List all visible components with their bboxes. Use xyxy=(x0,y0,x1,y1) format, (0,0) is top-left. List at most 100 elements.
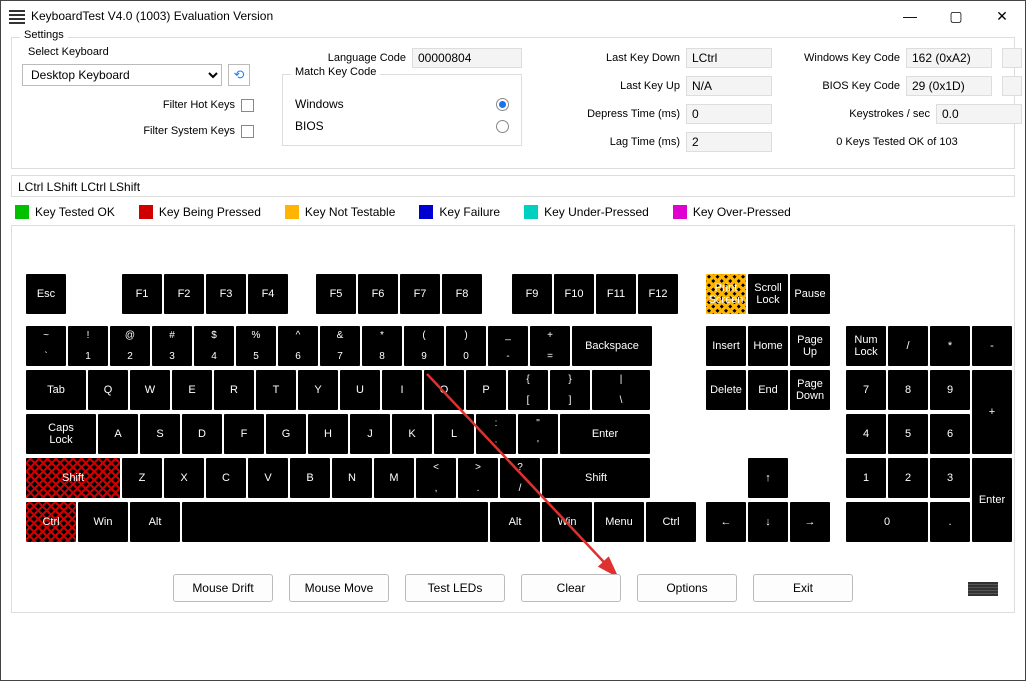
key-rshift[interactable]: Shift xyxy=(542,458,650,498)
key-f4[interactable]: F4 xyxy=(248,274,288,314)
key-l[interactable]: L xyxy=(434,414,474,454)
key-f7[interactable]: F7 xyxy=(400,274,440,314)
key-rctrl[interactable]: Ctrl xyxy=(646,502,696,542)
key-right[interactable]: → xyxy=(790,502,830,542)
key-kpdot[interactable]: . xyxy=(930,502,970,542)
key-tab[interactable]: Tab xyxy=(26,370,86,410)
key-kpdiv[interactable]: / xyxy=(888,326,928,366)
key-2[interactable]: @2 xyxy=(110,326,150,366)
key-b[interactable]: B xyxy=(290,458,330,498)
key-period[interactable]: >. xyxy=(458,458,498,498)
key-6[interactable]: ^6 xyxy=(278,326,318,366)
key-4[interactable]: $4 xyxy=(194,326,234,366)
key-w[interactable]: W xyxy=(130,370,170,410)
key-o[interactable]: O xyxy=(424,370,464,410)
key-n[interactable]: N xyxy=(332,458,372,498)
key-f9[interactable]: F9 xyxy=(512,274,552,314)
key-pgup[interactable]: PageUp xyxy=(790,326,830,366)
key-equals[interactable]: += xyxy=(530,326,570,366)
key-kpmin[interactable]: - xyxy=(972,326,1012,366)
key-pause[interactable]: Pause xyxy=(790,274,830,314)
close-button[interactable]: ✕ xyxy=(979,1,1025,31)
mouse-drift-button[interactable]: Mouse Drift xyxy=(173,574,273,602)
key-9[interactable]: (9 xyxy=(404,326,444,366)
key-menu[interactable]: Menu xyxy=(594,502,644,542)
key-kp5[interactable]: 5 xyxy=(888,414,928,454)
key-kp8[interactable]: 8 xyxy=(888,370,928,410)
key-kp2[interactable]: 2 xyxy=(888,458,928,498)
maximize-button[interactable]: ▢ xyxy=(933,1,979,31)
key-lalt[interactable]: Alt xyxy=(130,502,180,542)
key-esc[interactable]: Esc xyxy=(26,274,66,314)
key-kp3[interactable]: 3 xyxy=(930,458,970,498)
key-quote[interactable]: "' xyxy=(518,414,558,454)
key-3[interactable]: #3 xyxy=(152,326,192,366)
refresh-button[interactable]: ⟲ xyxy=(228,64,250,86)
key-kpenter[interactable]: Enter xyxy=(972,458,1012,542)
key-f1[interactable]: F1 xyxy=(122,274,162,314)
key-k[interactable]: K xyxy=(392,414,432,454)
key-down[interactable]: ↓ xyxy=(748,502,788,542)
mouse-move-button[interactable]: Mouse Move xyxy=(289,574,389,602)
options-button[interactable]: Options xyxy=(637,574,737,602)
key-end[interactable]: End xyxy=(748,370,788,410)
key-rbracket[interactable]: }] xyxy=(550,370,590,410)
key-d[interactable]: D xyxy=(182,414,222,454)
key-f8[interactable]: F8 xyxy=(442,274,482,314)
key-y[interactable]: Y xyxy=(298,370,338,410)
key-rwin[interactable]: Win xyxy=(542,502,592,542)
key-a[interactable]: A xyxy=(98,414,138,454)
key-v[interactable]: V xyxy=(248,458,288,498)
key-s[interactable]: S xyxy=(140,414,180,454)
key-home[interactable]: Home xyxy=(748,326,788,366)
radio-windows[interactable] xyxy=(496,98,509,111)
key-u[interactable]: U xyxy=(340,370,380,410)
key-j[interactable]: J xyxy=(350,414,390,454)
test-leds-button[interactable]: Test LEDs xyxy=(405,574,505,602)
key-up[interactable]: ↑ xyxy=(748,458,788,498)
key-z[interactable]: Z xyxy=(122,458,162,498)
key-kp0[interactable]: 0 xyxy=(846,502,928,542)
key-8[interactable]: *8 xyxy=(362,326,402,366)
key-kpplus[interactable]: + xyxy=(972,370,1012,454)
key-m[interactable]: M xyxy=(374,458,414,498)
filter-hotkeys-checkbox[interactable] xyxy=(241,99,254,112)
key-ralt[interactable]: Alt xyxy=(490,502,540,542)
key-kp6[interactable]: 6 xyxy=(930,414,970,454)
key-q[interactable]: Q xyxy=(88,370,128,410)
key-f3[interactable]: F3 xyxy=(206,274,246,314)
filter-syskeys-checkbox[interactable] xyxy=(241,125,254,138)
key-lbracket[interactable]: {[ xyxy=(508,370,548,410)
key-f11[interactable]: F11 xyxy=(596,274,636,314)
key-comma[interactable]: <, xyxy=(416,458,456,498)
key-kpmul[interactable]: * xyxy=(930,326,970,366)
key-caps[interactable]: CapsLock xyxy=(26,414,96,454)
key-h[interactable]: H xyxy=(308,414,348,454)
exit-button[interactable]: Exit xyxy=(753,574,853,602)
key-slash[interactable]: ?/ xyxy=(500,458,540,498)
key-left[interactable]: ← xyxy=(706,502,746,542)
radio-bios[interactable] xyxy=(496,120,509,133)
key-1[interactable]: !1 xyxy=(68,326,108,366)
key-kp9[interactable]: 9 xyxy=(930,370,970,410)
key-0[interactable]: )0 xyxy=(446,326,486,366)
key-x[interactable]: X xyxy=(164,458,204,498)
clear-button[interactable]: Clear xyxy=(521,574,621,602)
key-delete[interactable]: Delete xyxy=(706,370,746,410)
key-e[interactable]: E xyxy=(172,370,212,410)
key-tilde[interactable]: ~` xyxy=(26,326,66,366)
key-prtsc[interactable]: PrintScreen xyxy=(706,274,746,314)
key-scrlk[interactable]: ScrollLock xyxy=(748,274,788,314)
key-c[interactable]: C xyxy=(206,458,246,498)
key-f[interactable]: F xyxy=(224,414,264,454)
key-t[interactable]: T xyxy=(256,370,296,410)
key-semicolon[interactable]: :; xyxy=(476,414,516,454)
key-kp7[interactable]: 7 xyxy=(846,370,886,410)
key-enter[interactable]: Enter xyxy=(560,414,650,454)
key-5[interactable]: %5 xyxy=(236,326,276,366)
key-lctrl[interactable]: Ctrl xyxy=(26,502,76,542)
key-i[interactable]: I xyxy=(382,370,422,410)
key-lwin[interactable]: Win xyxy=(78,502,128,542)
key-p[interactable]: P xyxy=(466,370,506,410)
key-f2[interactable]: F2 xyxy=(164,274,204,314)
